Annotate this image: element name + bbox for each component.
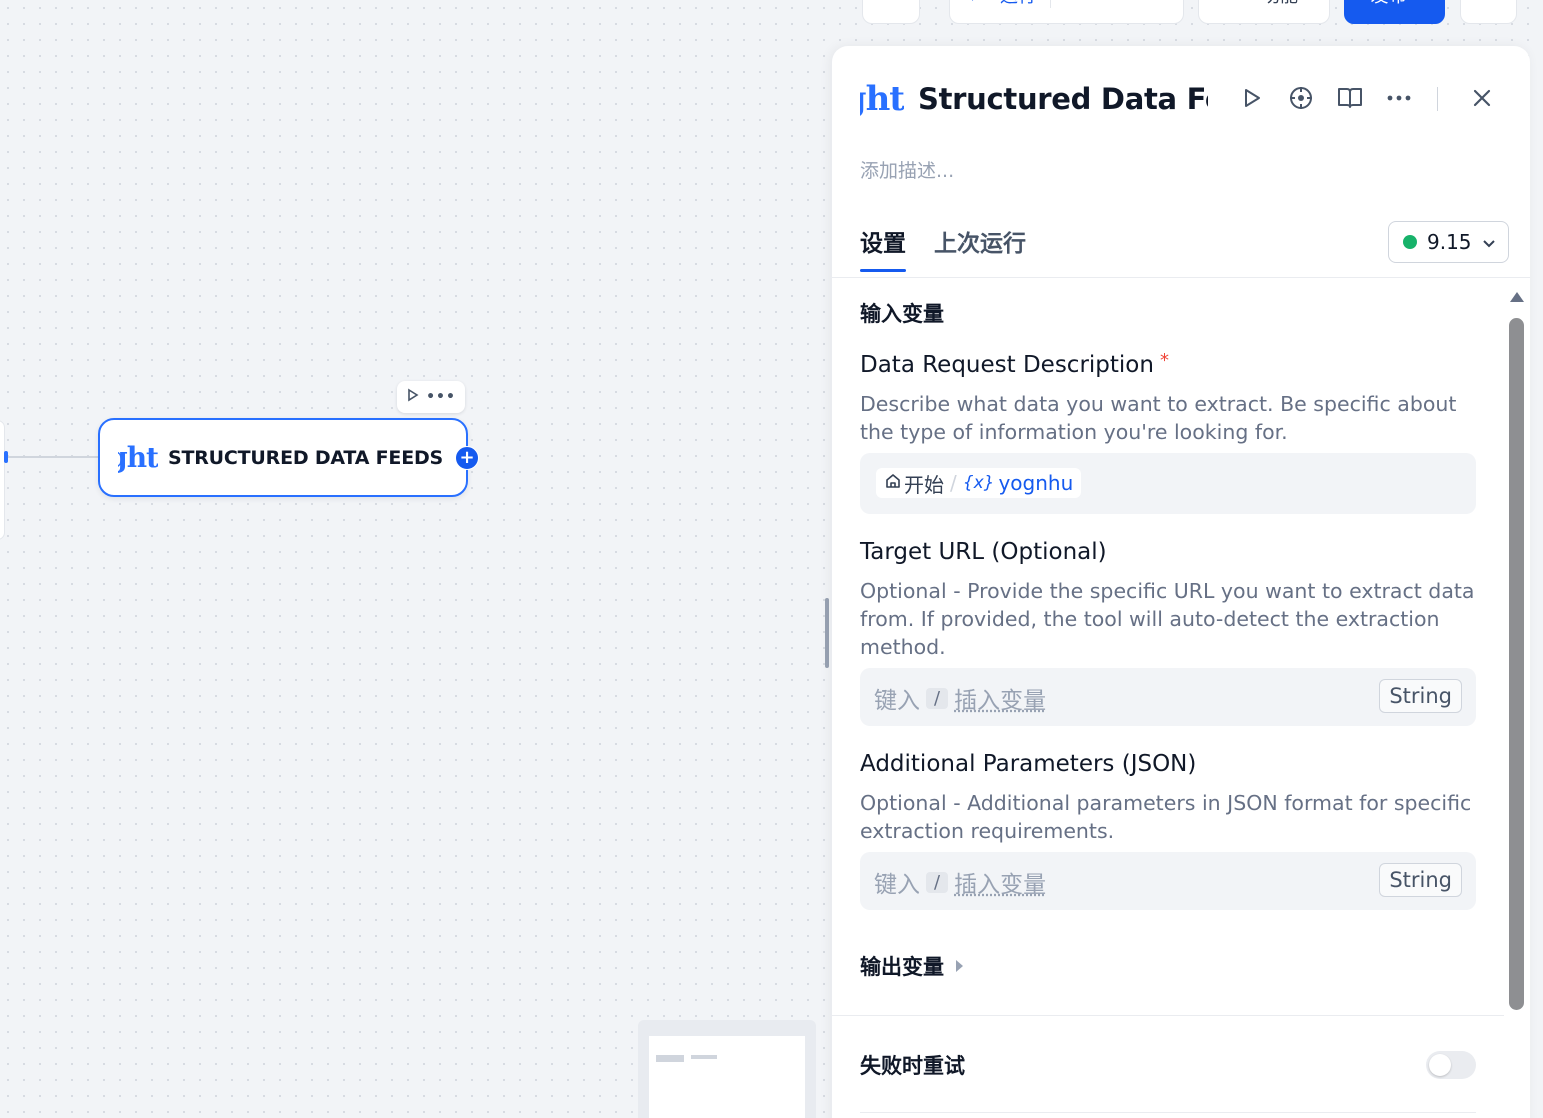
- panel-title[interactable]: Structured Data Feeds: [918, 82, 1208, 116]
- locate-icon[interactable]: [1287, 84, 1315, 112]
- field-label: Additional Parameters (JSON): [860, 751, 1196, 777]
- field-help: Optional - Additional parameters in JSON…: [860, 791, 1472, 843]
- toolbar-help-button[interactable]: [1460, 0, 1517, 24]
- target-url-input[interactable]: 键入 / 插入变量 String: [860, 668, 1476, 726]
- header-divider: [1437, 87, 1438, 111]
- required-mark: *: [1159, 350, 1169, 371]
- status-dot: [1403, 235, 1417, 249]
- tab-last-run[interactable]: 上次运行: [934, 224, 1026, 272]
- field-help: Describe what data you want to extract. …: [860, 392, 1457, 444]
- chip-variable-name: yognhu: [998, 471, 1074, 495]
- node-title: STRUCTURED DATA FEEDS: [168, 446, 444, 469]
- section-divider: [860, 1112, 1476, 1113]
- close-icon[interactable]: [1468, 84, 1496, 112]
- tabs-divider: [832, 277, 1530, 278]
- book-icon[interactable]: [1336, 84, 1364, 112]
- type-badge: String: [1379, 863, 1462, 897]
- node-run-icon[interactable]: [406, 388, 420, 406]
- additional-params-input[interactable]: 键入 / 插入变量 String: [860, 852, 1476, 910]
- field-help: Optional - Provide the specific URL you …: [860, 579, 1475, 659]
- panel-logo-icon: ght: [860, 79, 904, 119]
- field-label-text: Target URL (Optional): [860, 539, 1107, 565]
- divider: [1050, 0, 1051, 8]
- chip-separator: /: [950, 471, 957, 495]
- toolbar-run-group: 运行: [949, 0, 1184, 24]
- minimap-node: [656, 1055, 684, 1062]
- chip-source: 开始: [904, 472, 944, 497]
- play-icon: [970, 0, 986, 6]
- placeholder-prefix: 键入: [874, 688, 920, 714]
- placeholder-prefix: 键入: [874, 872, 920, 898]
- connection-edge: [6, 456, 100, 458]
- version-label: 9.15: [1427, 230, 1472, 254]
- features-button[interactable]: 功能: [1198, 0, 1330, 24]
- minimap-node: [691, 1055, 717, 1059]
- structured-data-feeds-node[interactable]: ght STRUCTURED DATA FEEDS +: [98, 418, 479, 497]
- input-placeholder: 键入 / 插入变量: [874, 681, 1046, 715]
- minimap-viewport: [649, 1036, 805, 1118]
- input-placeholder: 键入 / 插入变量: [874, 865, 1046, 899]
- retry-toggle[interactable]: [1426, 1051, 1476, 1079]
- clock-icon[interactable]: [1065, 0, 1087, 8]
- type-badge: String: [1379, 679, 1462, 713]
- caret-right-icon: [956, 960, 963, 972]
- variable-icon: {x}: [962, 473, 995, 493]
- home-icon: [884, 471, 902, 495]
- run-step-icon[interactable]: [1238, 84, 1266, 112]
- publish-button[interactable]: 发布 ▾: [1344, 0, 1445, 24]
- retry-on-failure-label: 失败时重试: [860, 1054, 965, 1078]
- output-variables-title: 输出变量: [860, 955, 944, 979]
- features-label: 功能: [1262, 0, 1298, 8]
- chevron-down-icon: ▾: [1412, 0, 1418, 2]
- node-settings-panel: ght Structured Data Feeds 添加描述... 设置 上次运…: [832, 46, 1530, 1118]
- toolbar-history-button[interactable]: [862, 0, 920, 24]
- field-label-text: Additional Parameters (JSON): [860, 751, 1197, 777]
- scroll-up-arrow[interactable]: [1510, 292, 1524, 302]
- panel-header: ght Structured Data Feeds: [860, 76, 1502, 122]
- toggle-knob: [1429, 1054, 1451, 1076]
- start-node-edge[interactable]: [0, 420, 5, 540]
- slash-key: /: [926, 871, 949, 893]
- history-icon: [879, 0, 903, 5]
- minimap[interactable]: [638, 1020, 816, 1118]
- chevron-down-icon: [1482, 230, 1496, 254]
- input-variables-title: 输入变量: [860, 302, 944, 326]
- field-label: Data Request Description *: [860, 350, 1169, 378]
- scrollbar-thumb[interactable]: [1509, 318, 1524, 1010]
- field-label-text: Data Request Description: [860, 352, 1154, 378]
- features-icon: [1230, 0, 1256, 6]
- run-button[interactable]: 运行: [1000, 0, 1036, 8]
- publish-label: 发布: [1370, 0, 1406, 8]
- help-icon: [1477, 0, 1501, 7]
- tab-settings[interactable]: 设置: [860, 224, 906, 272]
- placeholder-suffix: 插入变量: [954, 688, 1047, 714]
- field-label: Target URL (Optional): [860, 539, 1107, 565]
- slash-key: /: [926, 687, 949, 709]
- node-toolbar: •••: [397, 381, 465, 413]
- section-divider: [832, 1015, 1504, 1016]
- connection-handle[interactable]: [4, 451, 8, 463]
- add-node-icon[interactable]: +: [455, 446, 479, 470]
- output-variables-toggle[interactable]: 输出变量: [860, 951, 963, 981]
- node-more-icon[interactable]: •••: [426, 389, 456, 405]
- version-select[interactable]: 9.15: [1388, 221, 1509, 263]
- checklist-icon[interactable]: [1101, 0, 1125, 8]
- placeholder-suffix: 插入变量: [954, 872, 1047, 898]
- description-input[interactable]: 添加描述...: [860, 156, 954, 183]
- panel-resize-handle[interactable]: [825, 598, 829, 668]
- variable-chip[interactable]: 开始 / {x} yognhu: [876, 468, 1082, 498]
- node-logo-icon: ght: [118, 441, 158, 474]
- panel-tabs: 设置 上次运行: [860, 224, 1026, 272]
- data-request-input[interactable]: 开始 / {x} yognhu: [860, 453, 1476, 514]
- more-icon[interactable]: [1385, 84, 1413, 112]
